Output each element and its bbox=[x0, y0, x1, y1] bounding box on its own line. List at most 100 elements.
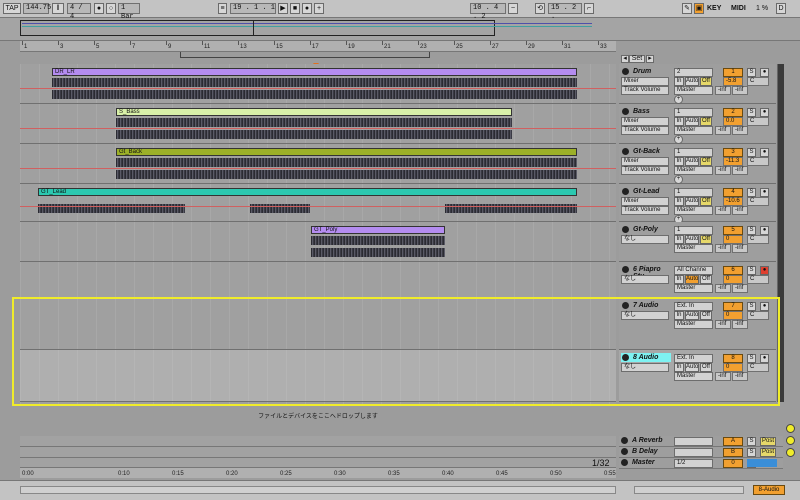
track-lane[interactable]: GT_Poly bbox=[20, 222, 616, 262]
monitor-auto-button[interactable]: Auto bbox=[685, 157, 699, 166]
input-select[interactable]: 1 bbox=[674, 148, 713, 157]
overview-strip[interactable] bbox=[0, 18, 800, 41]
send-a-value[interactable]: -inf bbox=[715, 86, 731, 95]
solo-button[interactable]: S bbox=[747, 226, 756, 235]
input-select[interactable]: 1 bbox=[674, 188, 713, 197]
post-button[interactable]: Post bbox=[760, 437, 776, 446]
fold-icon[interactable] bbox=[622, 108, 629, 115]
return-header[interactable]: A Reverb A S Post bbox=[619, 436, 783, 447]
track-activator-button[interactable]: 2 bbox=[723, 108, 743, 117]
overdub-icon[interactable]: + bbox=[314, 3, 324, 14]
position-display[interactable]: 19 . 1 . 1 bbox=[230, 3, 276, 14]
beat-ruler[interactable]: 1 3 5 7 9 11 13 15 17 19 21 23 25 27 29 31 33 bbox=[20, 41, 616, 52]
automation-line[interactable] bbox=[20, 88, 616, 89]
monitor-select[interactable]: Mixer bbox=[621, 77, 669, 86]
volume-value[interactable]: 0 bbox=[723, 275, 743, 284]
track-lane[interactable]: S_Bass bbox=[20, 104, 616, 144]
monitor-select[interactable]: Mixer bbox=[621, 157, 669, 166]
metronome-icon[interactable]: ● bbox=[94, 3, 104, 14]
track-activator-button[interactable]: 1 bbox=[723, 68, 743, 77]
zoom-fit-icon[interactable] bbox=[786, 448, 795, 457]
pan-value[interactable]: C bbox=[747, 275, 769, 284]
add-lane-icon[interactable]: + bbox=[674, 175, 683, 184]
draw-mode-icon[interactable]: ✎ bbox=[682, 3, 692, 14]
monitor-in-button[interactable]: In bbox=[674, 275, 684, 284]
play-icon[interactable]: ▶ bbox=[278, 3, 288, 14]
add-lane-icon[interactable]: + bbox=[674, 135, 683, 144]
automation-control-select[interactable]: Track Volume bbox=[621, 206, 669, 215]
time-signature-field[interactable]: 4 / 4 bbox=[67, 3, 91, 21]
output-select[interactable]: Master bbox=[674, 206, 713, 215]
track-lane[interactable]: GT_Lead bbox=[20, 184, 616, 222]
track-header[interactable]: Gt-Poly 1 5 S ● なし In Auto Off 0 C Master -inf -inf bbox=[619, 222, 776, 262]
return-field[interactable] bbox=[674, 437, 713, 446]
loop-start-display[interactable]: 10 . 4 . 2 bbox=[470, 3, 506, 21]
return-activator-button[interactable]: 0 bbox=[723, 459, 743, 468]
input-select[interactable]: 1 bbox=[674, 108, 713, 117]
track-header[interactable]: 6 Piapro StuAll Channe 6S ● なし InAutoOff 0C Ma… bbox=[619, 262, 776, 298]
volume-value[interactable]: 0 bbox=[723, 235, 743, 244]
solo-button[interactable]: S bbox=[747, 448, 756, 457]
return-header[interactable]: Master1/20S bbox=[619, 458, 783, 469]
automation-control-select[interactable]: Track Volume bbox=[621, 126, 669, 135]
return-lane[interactable] bbox=[20, 447, 616, 458]
send-b-value[interactable]: -inf bbox=[732, 86, 748, 95]
pan-value[interactable]: C bbox=[747, 235, 769, 244]
track-activator-button[interactable]: 4 bbox=[723, 188, 743, 197]
monitor-auto-button[interactable]: Auto bbox=[685, 235, 699, 244]
solo-button[interactable]: S bbox=[747, 108, 756, 117]
pan-value[interactable]: C bbox=[747, 117, 769, 126]
return-name[interactable]: Master bbox=[632, 459, 655, 466]
track-title-bar[interactable]: Gt-Poly bbox=[621, 225, 671, 234]
input-select[interactable]: 2 bbox=[674, 68, 713, 77]
return-field[interactable] bbox=[674, 448, 713, 457]
fold-icon[interactable] bbox=[622, 188, 629, 195]
track-header[interactable]: Bass 1 2 S ● Mixer In Auto Off 0.0 C Track Volume Ma… bbox=[619, 104, 776, 144]
add-lane-icon[interactable]: + bbox=[674, 95, 683, 104]
send-b-value[interactable]: -inf bbox=[732, 126, 748, 135]
track-activator-button[interactable]: 5 bbox=[723, 226, 743, 235]
solo-button[interactable]: S bbox=[747, 437, 756, 446]
solo-button[interactable]: S bbox=[747, 68, 756, 77]
monitor-off-button[interactable]: Off bbox=[700, 157, 712, 166]
prev-locator-icon[interactable]: ◂ bbox=[621, 55, 629, 63]
clip-header[interactable]: GT_Lead bbox=[38, 188, 577, 196]
return-header[interactable]: B Delay B S Post bbox=[619, 447, 783, 458]
monitor-off-button[interactable]: Off bbox=[700, 275, 712, 284]
volume-value[interactable]: -10.6 bbox=[723, 197, 743, 206]
arm-icon[interactable]: ● bbox=[760, 188, 769, 197]
send-b-value[interactable]: -inf bbox=[732, 166, 748, 175]
automation-line[interactable] bbox=[20, 128, 616, 129]
fold-icon[interactable] bbox=[621, 459, 628, 466]
clip-header[interactable]: DR_LR bbox=[52, 68, 577, 76]
post-button[interactable]: Post bbox=[760, 448, 776, 457]
monitor-off-button[interactable]: Off bbox=[700, 235, 712, 244]
return-lane[interactable] bbox=[20, 436, 616, 447]
stop-icon[interactable]: ■ bbox=[290, 3, 300, 14]
monitor-select[interactable]: なし bbox=[621, 275, 669, 284]
send-a-value[interactable]: -inf bbox=[715, 166, 731, 175]
track-name[interactable]: Drum bbox=[633, 68, 651, 75]
midi-map-label[interactable]: MIDI bbox=[731, 5, 746, 12]
track-header[interactable]: Gt-Lead 1 4 S ● Mixer In Auto Off -10.6 C Track Vol… bbox=[619, 184, 776, 224]
solo-button[interactable]: S bbox=[747, 266, 756, 275]
fold-icon[interactable] bbox=[622, 148, 629, 155]
tap-button[interactable]: TAP bbox=[3, 3, 21, 14]
send-b-value[interactable]: -inf bbox=[732, 284, 748, 293]
monitor-auto-button[interactable]: Auto bbox=[685, 117, 699, 126]
monitor-select[interactable]: なし bbox=[621, 235, 669, 244]
return-name[interactable]: A Reverb bbox=[632, 437, 662, 444]
track-title-bar[interactable]: Gt-Lead bbox=[621, 187, 671, 196]
monitor-in-button[interactable]: In bbox=[674, 157, 684, 166]
send-b-value[interactable]: -inf bbox=[732, 206, 748, 215]
track-header[interactable]: Gt-Back 1 3 S ● Mixer In Auto Off -11.3 C Track Vol… bbox=[619, 144, 776, 184]
output-select[interactable]: Master bbox=[674, 86, 713, 95]
track-title-bar[interactable]: Drum bbox=[621, 67, 671, 76]
punch-out-icon[interactable]: ⌐ bbox=[584, 3, 594, 14]
arrangement-icon[interactable]: ≡ bbox=[218, 3, 227, 14]
track-name[interactable]: Bass bbox=[633, 108, 650, 115]
send-b-value[interactable]: -inf bbox=[732, 244, 748, 253]
return-activator-button[interactable]: A bbox=[723, 437, 743, 446]
pan-value[interactable]: C bbox=[747, 197, 769, 206]
monitor-auto-button[interactable]: Auto bbox=[685, 197, 699, 206]
